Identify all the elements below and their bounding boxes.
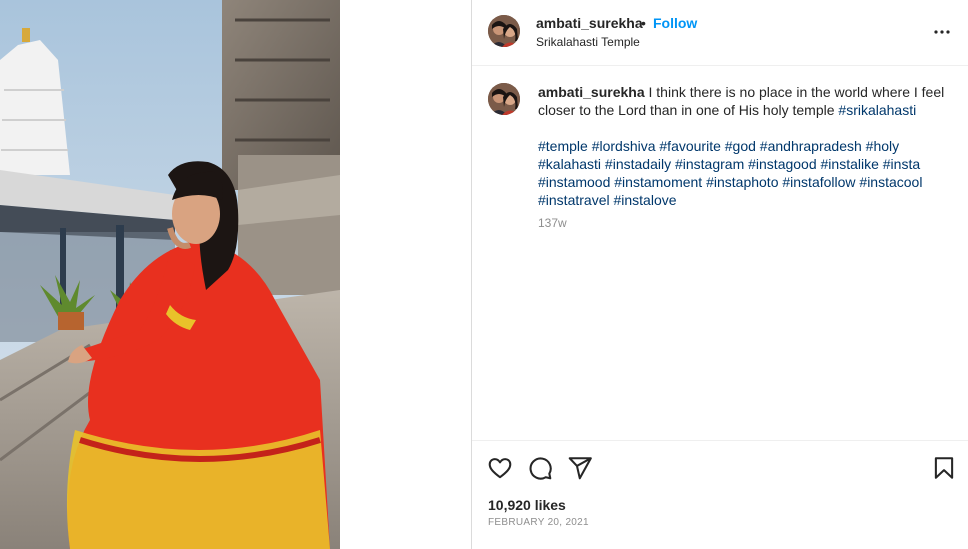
caption-text: ambati_surekha I think there is no place… — [538, 83, 952, 119]
comment-icon[interactable] — [527, 455, 553, 481]
caption-age: 137w — [538, 216, 567, 230]
avatar[interactable] — [488, 15, 520, 47]
send-icon[interactable] — [567, 455, 593, 481]
likes-count[interactable]: 10,920 likes — [488, 497, 566, 513]
author-username[interactable]: ambati_surekha — [536, 15, 643, 31]
post-date: FEBRUARY 20, 2021 — [488, 517, 589, 528]
heart-icon[interactable] — [487, 455, 513, 481]
post-sidebar: ambati_surekha • Follow Srikalahasti Tem… — [472, 0, 968, 549]
caption-hashtag[interactable]: #srikalahasti — [838, 102, 916, 118]
post-photo-illustration — [0, 0, 340, 549]
hashtag-list[interactable]: #temple #lordshiva #favourite #god #andh… — [538, 137, 952, 209]
post-header: ambati_surekha • Follow Srikalahasti Tem… — [472, 0, 968, 66]
post-actions: 10,920 likes FEBRUARY 20, 2021 — [472, 440, 968, 549]
caption-avatar[interactable] — [488, 83, 520, 115]
post-location[interactable]: Srikalahasti Temple — [536, 35, 640, 49]
separator-dot: • — [641, 15, 646, 31]
follow-button[interactable]: Follow — [653, 15, 697, 31]
photo-letterbox — [340, 0, 471, 549]
post-photo[interactable] — [0, 0, 340, 549]
caption-section: ambati_surekha I think there is no place… — [472, 67, 968, 439]
more-options-icon[interactable] — [930, 20, 954, 44]
avatar-image — [488, 83, 520, 115]
avatar-image — [488, 15, 520, 47]
bookmark-icon[interactable] — [931, 455, 957, 481]
caption-username[interactable]: ambati_surekha — [538, 84, 645, 100]
